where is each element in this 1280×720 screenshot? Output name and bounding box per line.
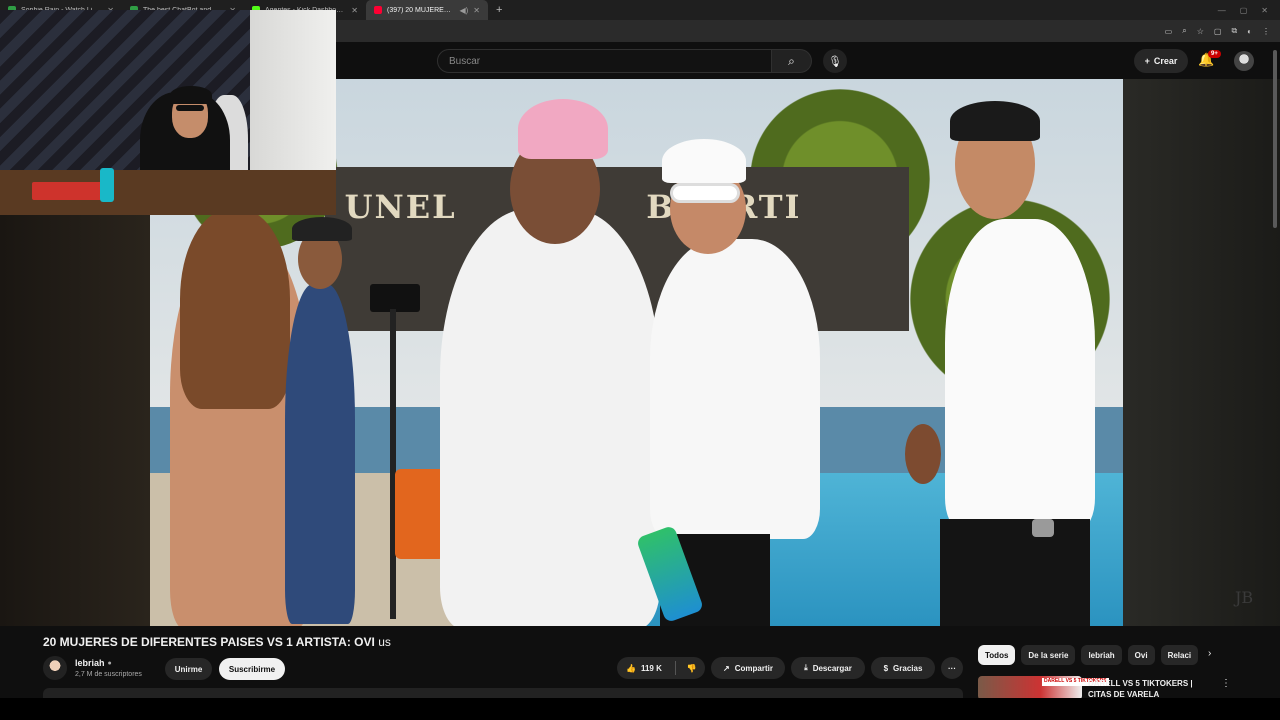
share-icon: ↗ — [723, 663, 730, 673]
join-button[interactable]: Unirme — [165, 658, 212, 680]
close-tab-icon[interactable]: ✕ — [351, 6, 358, 15]
channel-name-text[interactable]: lebriah — [75, 658, 105, 668]
screenshot-icon[interactable]: ▢ — [1214, 27, 1222, 36]
download-label: Descargar — [812, 663, 852, 673]
new-tab-button[interactable]: + — [488, 4, 510, 16]
search-icon: ⌕ — [788, 53, 795, 68]
kebab-menu-icon[interactable]: ⋮ — [1221, 678, 1231, 689]
ambient-right-panel — [1123, 79, 1280, 626]
share-label: Compartir — [734, 663, 773, 673]
streamer-glasses — [176, 105, 204, 111]
person-white-tee — [650, 239, 820, 539]
streamer-cap — [170, 86, 212, 104]
wristwatch — [1032, 519, 1054, 537]
star-icon[interactable]: ☆ — [1197, 27, 1204, 36]
chip-de-la-serie[interactable]: De la serie — [1021, 645, 1076, 665]
microphone-icon: 🎙 — [828, 55, 842, 68]
menu-icon[interactable]: ⋮ — [1262, 27, 1270, 36]
chip-todos[interactable]: Todos — [978, 645, 1016, 665]
pink-cap — [518, 99, 608, 159]
rgb-keyboard — [32, 182, 102, 200]
profile-icon[interactable]: ◐ — [1247, 27, 1252, 36]
background-person — [905, 424, 941, 484]
chip-lebriah[interactable]: lebriah — [1081, 645, 1122, 665]
cameraman-cap — [292, 217, 352, 241]
tripod-legs — [390, 309, 396, 619]
page-scrollbar[interactable] — [1273, 50, 1277, 228]
download-icon: ⤓ — [804, 663, 808, 672]
person-tall-man — [945, 219, 1095, 529]
venue-sign-left: UNEL — [344, 188, 457, 227]
voice-search-button[interactable]: 🎙 — [823, 49, 847, 73]
verified-icon: ● — [107, 659, 112, 667]
chip-ovi[interactable]: Ovi — [1127, 645, 1155, 665]
channel-watermark[interactable]: JB — [1235, 588, 1253, 607]
minimize-icon[interactable]: — — [1218, 6, 1226, 15]
dislike-icon[interactable]: 👎 — [687, 664, 697, 673]
create-button[interactable]: + Crear — [1134, 49, 1188, 73]
orange-chair — [395, 469, 445, 559]
search-button[interactable]: ⌕ — [772, 49, 812, 73]
water-bottle — [100, 168, 114, 202]
subscriber-count: 2,7 M de suscriptores — [75, 671, 142, 678]
channel-name[interactable]: lebriah ● — [75, 658, 112, 668]
download-button[interactable]: ⤓ Descargar — [791, 657, 865, 679]
thanks-button[interactable]: $ Gracias — [871, 657, 935, 679]
speaker-icon[interactable]: ◀) — [459, 6, 468, 15]
black-pants — [940, 519, 1090, 626]
description-box[interactable] — [43, 688, 963, 698]
cast-icon[interactable]: ▭ — [1165, 27, 1173, 36]
close-window-icon[interactable]: ✕ — [1261, 6, 1268, 15]
create-label: Crear — [1153, 56, 1178, 66]
tall-man-hair — [950, 101, 1040, 141]
white-cap — [662, 139, 746, 183]
browser-tab-4-active[interactable]: (397) 20 MUJERES DE DIFE... ◀) ✕ — [366, 0, 488, 20]
white-sunglasses — [670, 183, 740, 203]
plus-icon: + — [1144, 56, 1150, 66]
like-icon[interactable]: 👍 — [626, 664, 636, 673]
tab-title: (397) 20 MUJERES DE DIFE... — [387, 6, 454, 14]
share-button[interactable]: ↗ Compartir — [711, 657, 785, 679]
chevron-right-icon[interactable]: › — [1208, 648, 1211, 659]
bottom-bar — [0, 698, 1280, 720]
channel-avatar[interactable] — [43, 656, 67, 680]
extensions-icon[interactable]: ⧉ — [1231, 26, 1237, 36]
person-robe — [440, 209, 660, 626]
chip-relacionados[interactable]: Relaci — [1160, 645, 1199, 665]
more-actions-button[interactable]: ··· — [941, 657, 963, 679]
like-count[interactable]: 119 K — [641, 664, 662, 673]
maximize-icon[interactable]: ▢ — [1240, 6, 1248, 15]
video-title-text: 20 MUJERES DE DIFERENTES PAISES VS 1 ART… — [43, 635, 375, 649]
recommended-title[interactable]: DARELL VS 5 TIKTOKERS | CITAS DE VARELA — [1088, 678, 1208, 700]
video-title-tag: us — [378, 635, 391, 649]
search-input[interactable]: Buscar — [437, 49, 772, 73]
subscribe-button[interactable]: Suscribirme — [219, 658, 285, 680]
window-controls: — ▢ ✕ — [1218, 6, 1280, 15]
streamer-webcam-overlay — [0, 10, 336, 215]
tripod-camera — [370, 284, 420, 312]
zoom-icon[interactable]: ⌕ — [1182, 26, 1186, 36]
super-thanks-icon: $ — [883, 663, 889, 673]
thanks-label: Gracias — [893, 663, 923, 673]
notification-badge: 9+ — [1208, 50, 1221, 58]
person-hair — [180, 209, 290, 409]
video-title: 20 MUJERES DE DIFERENTES PAISES VS 1 ART… — [43, 635, 391, 649]
person-cameraman — [285, 284, 355, 624]
close-tab-icon[interactable]: ✕ — [473, 6, 480, 15]
account-avatar[interactable] — [1234, 51, 1254, 71]
like-divider — [674, 661, 676, 675]
related-filter-chips: Todos De la serie lebriah Ovi Relaci — [978, 645, 1199, 665]
youtube-favicon-icon — [374, 6, 382, 14]
like-dislike-group: 👍 119 K 👎 — [617, 657, 705, 679]
